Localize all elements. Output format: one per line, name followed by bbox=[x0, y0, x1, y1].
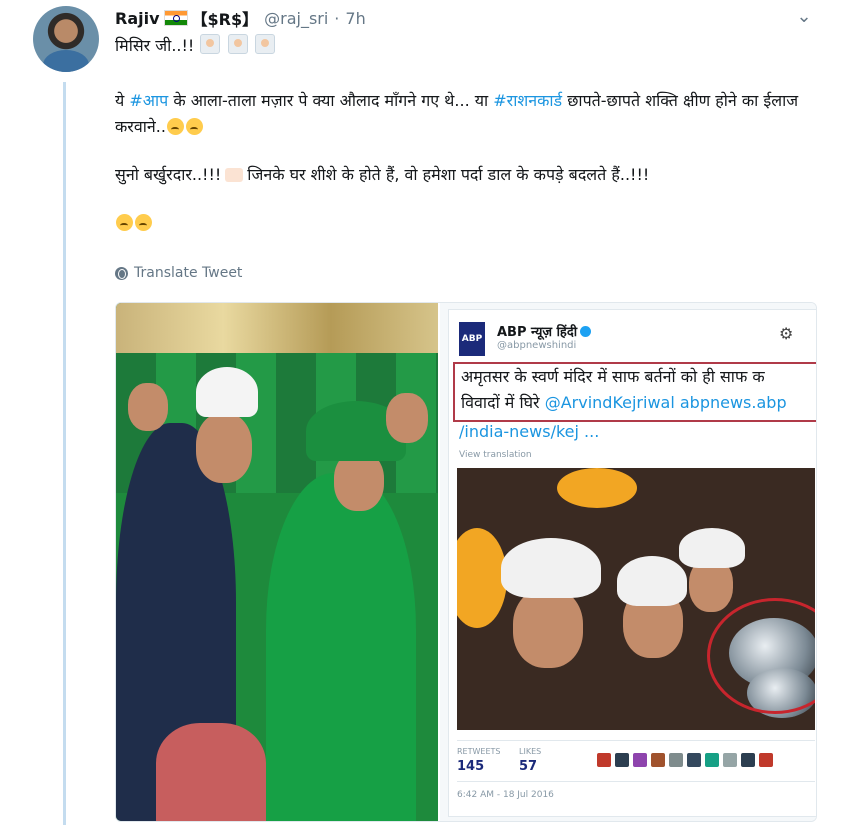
embed-stats: RETWEETS 145 LIKES 57 bbox=[457, 740, 815, 782]
para2-post: जिनके घर शीशे के होते हैं, वो हमेशा पर्द… bbox=[247, 165, 650, 184]
photo-person-center bbox=[266, 473, 416, 821]
hashtag-aap[interactable]: #आप bbox=[129, 91, 168, 110]
photo-cloth bbox=[156, 723, 266, 821]
pointing-hand-emoji-icon bbox=[225, 168, 244, 182]
india-flag-icon bbox=[163, 10, 188, 26]
mini-avatar bbox=[705, 753, 719, 767]
mini-avatar bbox=[597, 753, 611, 767]
photo-face bbox=[386, 393, 428, 443]
embed-account-handle: @abpnewshindi bbox=[497, 340, 577, 351]
para2-pre: सुनो बर्खुरदार..!!! bbox=[115, 165, 222, 184]
photo-white-turban bbox=[501, 538, 601, 598]
globe-icon bbox=[115, 266, 128, 280]
chevron-down-icon[interactable]: ⌄ bbox=[793, 6, 815, 28]
embedded-tweet-screenshot[interactable]: ABP ABP न्यूज़ हिंदी @abpnewshindi ⚙ अमृ… bbox=[438, 303, 816, 821]
photo-white-cap bbox=[196, 367, 258, 417]
embed-view-translation: View translation bbox=[459, 450, 532, 460]
photo-face bbox=[128, 383, 168, 431]
mini-avatar bbox=[723, 753, 737, 767]
mini-avatar bbox=[687, 753, 701, 767]
red-circle-annotation bbox=[707, 598, 815, 714]
embed-timestamp: 6:42 AM - 18 Jul 2016 bbox=[457, 790, 554, 800]
tweet-first-line: मिसिर जी..!! bbox=[115, 34, 276, 56]
mini-avatar bbox=[741, 753, 755, 767]
mini-avatar bbox=[759, 753, 773, 767]
upside-down-face-emoji-icon bbox=[135, 214, 152, 231]
left-photo[interactable] bbox=[116, 303, 438, 821]
thinking-emoji-icon bbox=[185, 118, 203, 135]
thinking-emoji-icon bbox=[166, 118, 184, 135]
avatar[interactable] bbox=[33, 6, 99, 72]
likes-label: LIKES bbox=[519, 747, 542, 756]
tweet-body: ये #आप के आला-ताला मज़ार पे क्या औलाद मा… bbox=[115, 88, 805, 258]
translate-tweet-link[interactable]: Translate Tweet bbox=[115, 265, 242, 281]
display-name-badge: 【$R$】 bbox=[191, 10, 259, 29]
photo-face bbox=[196, 413, 252, 483]
embed-photo bbox=[457, 468, 815, 730]
hashtag-rationcard[interactable]: #राशनकार्ड bbox=[493, 91, 562, 110]
tweet-paragraph-3 bbox=[115, 210, 805, 236]
embedded-tweet-card: ABP ABP न्यूज़ हिंदी @abpnewshindi ⚙ अमृ… bbox=[448, 309, 816, 817]
embed-account-name-text: ABP न्यूज़ हिंदी bbox=[497, 325, 578, 340]
tweet-paragraph-2: सुनो बर्खुरदार..!!! जिनके घर शीशे के होते… bbox=[115, 162, 805, 188]
tweet-media[interactable]: ABP ABP न्यूज़ हिंदी @abpnewshindi ⚙ अमृ… bbox=[115, 302, 817, 822]
facepalm-emoji-icon bbox=[227, 34, 248, 54]
retweets-count: 145 bbox=[457, 759, 485, 774]
liker-avatars bbox=[597, 753, 777, 767]
photo-white-turban bbox=[679, 528, 745, 568]
para1-pre: ये bbox=[115, 91, 130, 110]
tweet-line1-text: मिसिर जी..!! bbox=[115, 36, 195, 55]
photo-white-turban bbox=[617, 556, 687, 606]
translate-label: Translate Tweet bbox=[134, 265, 243, 281]
verified-badge-icon bbox=[580, 326, 592, 337]
user-handle[interactable]: @raj_sri bbox=[264, 9, 328, 28]
para1-mid: के आला-ताला मज़ार पे क्या औलाद माँगने गए… bbox=[168, 91, 494, 110]
gear-icon: ⚙ bbox=[779, 324, 794, 343]
mini-avatar bbox=[669, 753, 683, 767]
mini-avatar bbox=[633, 753, 647, 767]
tweet-time[interactable]: 7h bbox=[345, 9, 365, 28]
embed-highlighted-text: अमृतसर के स्वर्ण मंदिर में साफ बर्तनों क… bbox=[453, 362, 816, 422]
tweet-paragraph-1: ये #आप के आला-ताला मज़ार पे क्या औलाद मा… bbox=[115, 88, 805, 140]
facepalm-emoji-icon bbox=[200, 34, 221, 54]
abp-logo: ABP bbox=[459, 322, 485, 356]
avatar-shirt bbox=[43, 50, 89, 72]
upside-down-face-emoji-icon bbox=[116, 214, 133, 231]
photo-orange-turban bbox=[457, 528, 507, 628]
likes-count: 57 bbox=[519, 759, 538, 774]
display-name[interactable]: Rajiv bbox=[115, 9, 160, 28]
retweets-label: RETWEETS bbox=[457, 747, 501, 756]
facepalm-emoji-icon bbox=[254, 34, 275, 54]
embed-account-name: ABP न्यूज़ हिंदी bbox=[497, 322, 592, 340]
embed-link: /india-news/kej ... bbox=[459, 422, 600, 441]
tweet-header: Rajiv 【$R$】 @raj_sri · 7h bbox=[115, 6, 366, 30]
embed-text-line1: अमृतसर के स्वर्ण मंदिर में साफ बर्तनों क… bbox=[461, 367, 765, 386]
embed-text-line2-pre: विवादों में घिरे bbox=[461, 393, 545, 412]
photo-orange-turban bbox=[557, 468, 637, 508]
thread-line bbox=[63, 82, 66, 825]
embed-text-line2: विवादों में घिरे @ArvindKejriwal abpnews… bbox=[461, 390, 816, 416]
mini-avatar bbox=[651, 753, 665, 767]
embed-mention: @ArvindKejriwal abpnews.abp bbox=[544, 393, 787, 412]
mini-avatar bbox=[615, 753, 629, 767]
photo-face bbox=[513, 588, 583, 668]
separator-dot: · bbox=[334, 8, 340, 28]
